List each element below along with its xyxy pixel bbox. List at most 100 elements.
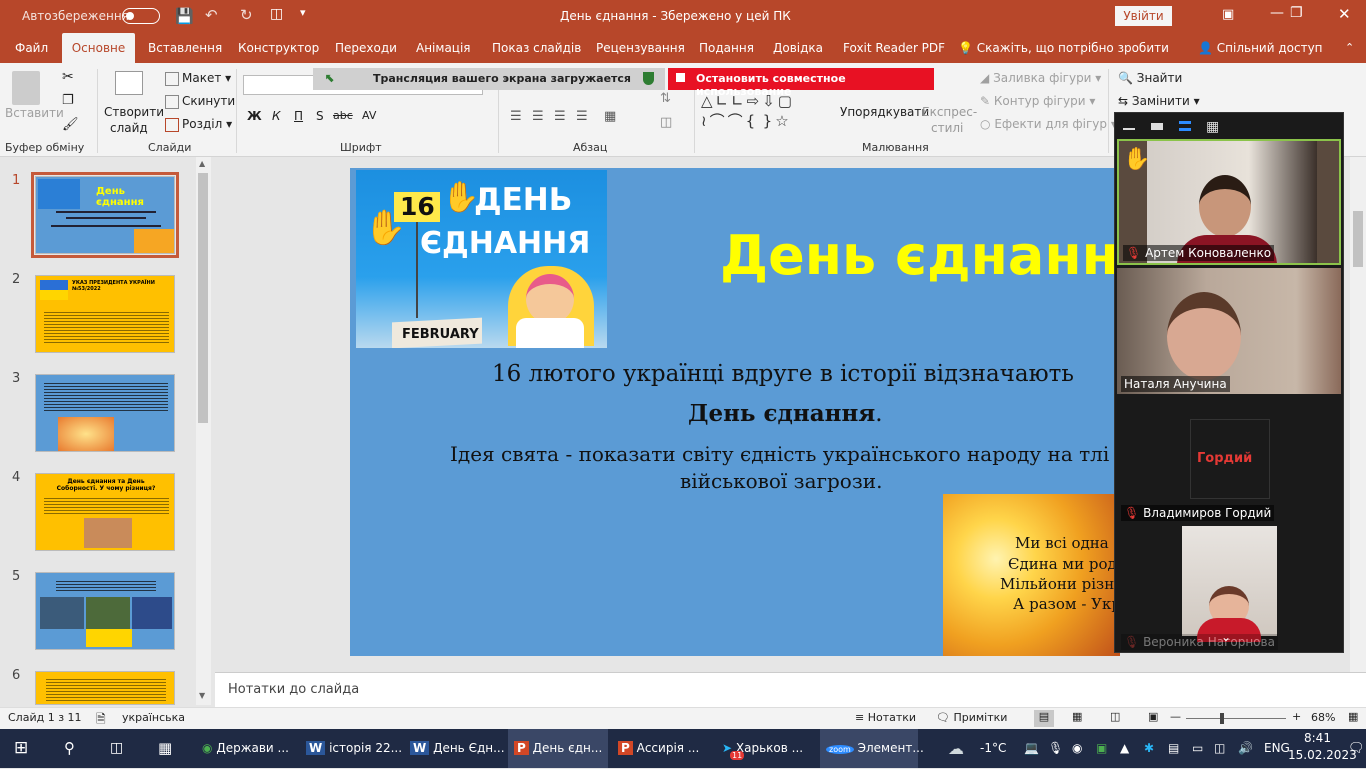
share-button[interactable]: 👤 Спільний доступ <box>1198 33 1323 63</box>
new-slide-label-2[interactable]: слайд <box>110 121 148 135</box>
minimize-video-icon[interactable] <box>1123 128 1135 130</box>
replace-button[interactable]: ⇆ Замінити ▾ <box>1118 94 1200 108</box>
scrollbar-thumb[interactable] <box>198 173 208 423</box>
shape-fill-button[interactable]: ◢ Заливка фігури ▾ <box>980 71 1101 85</box>
hide-video-icon[interactable] <box>1151 123 1163 130</box>
zoom-slider[interactable] <box>1186 718 1286 719</box>
tell-me-search[interactable]: 💡 Скажіть, що потрібно зробити <box>958 33 1169 63</box>
tray-icon[interactable]: ▲ <box>1120 729 1129 768</box>
present-icon[interactable]: ◫ <box>270 6 283 22</box>
search-icon[interactable]: ⚲ <box>64 729 75 768</box>
notes-toggle-button[interactable]: ≡ Нотатки <box>855 711 916 724</box>
language-label[interactable]: українська <box>122 711 185 724</box>
italic-button[interactable]: К <box>272 109 281 123</box>
participant-video-3[interactable]: Гордий 🎙 Владимиров Гордий <box>1117 397 1341 523</box>
slide-line-4[interactable]: військової загрози. <box>680 469 882 493</box>
scrollbar-thumb[interactable] <box>1353 211 1363 267</box>
minimize-icon[interactable]: — <box>1270 5 1284 21</box>
slide-thumbnail-2[interactable]: УКАЗ ПРЕЗИДЕНТА УКРАЇНИ №53/2022 <box>35 275 175 353</box>
zoom-tray-icon[interactable]: ◉ <box>1072 729 1082 768</box>
paste-label[interactable]: Вставити <box>5 106 64 120</box>
autosave-toggle[interactable] <box>122 8 160 24</box>
notes-placeholder[interactable]: Нотатки до слайда <box>228 682 359 697</box>
layout-button[interactable]: Макет ▾ <box>165 71 231 86</box>
customize-qat-icon[interactable]: ▾ <box>300 6 306 19</box>
taskbar-app-telegram[interactable]: ➤ Харьков ... <box>716 729 816 768</box>
slide-thumbnail-5[interactable] <box>35 572 175 650</box>
justify-icon[interactable]: ☰ <box>576 109 588 124</box>
taskbar-app-powerpoint-1[interactable]: P День єдн... <box>508 729 608 768</box>
cut-icon[interactable]: ✂ <box>62 69 74 85</box>
tab-transitions[interactable]: Переходи <box>335 33 397 63</box>
slide-title[interactable]: День єднання <box>720 224 1120 287</box>
battery-icon[interactable]: ▭ <box>1192 729 1203 768</box>
zoom-in-icon[interactable]: + <box>1292 710 1301 723</box>
slide-thumbnail-1[interactable]: День єднання <box>31 172 179 258</box>
zoom-out-icon[interactable]: — <box>1170 710 1181 723</box>
restore-icon[interactable]: ❐ <box>1290 5 1303 21</box>
tab-animations[interactable]: Анімація <box>416 33 471 63</box>
new-slide-label-1[interactable]: Створити <box>104 105 164 119</box>
scroll-down-icon[interactable]: ▼ <box>199 691 205 700</box>
copy-icon[interactable]: ❐ <box>62 93 74 108</box>
format-painter-icon[interactable]: 🖌 <box>62 117 79 132</box>
zoom-slider-thumb[interactable] <box>1220 713 1224 724</box>
bold-button[interactable]: Ж <box>247 109 262 123</box>
microphone-icon[interactable]: 🎙 <box>1048 729 1063 768</box>
slide-line-1[interactable]: 16 лютого українці вдруге в історії відз… <box>492 361 1074 387</box>
editor-scrollbar[interactable] <box>1350 157 1366 672</box>
smartart-icon[interactable]: ◫ <box>660 115 672 130</box>
arrange-button[interactable]: Упорядкувати <box>840 105 929 119</box>
find-button[interactable]: 🔍 Знайти <box>1118 71 1182 85</box>
clock-time[interactable]: 8:41 <box>1304 731 1331 745</box>
underline-button[interactable]: П <box>294 109 303 123</box>
weather-icon[interactable]: ☁ <box>948 729 964 768</box>
collapse-ribbon-icon[interactable]: ⌃ <box>1345 33 1354 63</box>
taskbar-app-zoom[interactable]: zoom Элемент... <box>820 729 924 768</box>
columns-icon[interactable]: ▦ <box>604 109 616 124</box>
notes-pane[interactable]: Нотатки до слайда <box>215 672 1366 707</box>
notifications-icon[interactable]: 🗨 <box>1348 729 1365 768</box>
slide-thumbnail-6[interactable] <box>35 671 175 705</box>
redo-icon[interactable]: ↻ <box>240 6 253 24</box>
tray-icon[interactable]: 💻 <box>1024 729 1039 768</box>
current-slide[interactable]: 16 ✋ ✋ ДЕНЬ ЄДНАННЯ FEBRUARY День єднанн… <box>350 168 1120 656</box>
calculator-icon[interactable]: ▦ <box>158 729 172 768</box>
slide-line-3[interactable]: Ідея свята - показати світу єдність укра… <box>450 442 1109 466</box>
stop-share-button[interactable]: Остановить совместное использование <box>668 68 934 98</box>
tab-design[interactable]: Конструктор <box>238 33 319 63</box>
new-slide-icon[interactable] <box>115 71 143 95</box>
sign-in-button[interactable]: Увійти <box>1115 6 1172 26</box>
save-icon[interactable]: 💾 <box>175 7 194 25</box>
ribbon-display-icon[interactable]: ▣ <box>1222 7 1234 22</box>
shape-outline-button[interactable]: ✎ Контур фігури ▾ <box>980 94 1095 108</box>
chevron-down-icon[interactable]: ⌄ <box>1221 630 1231 644</box>
shadow-button[interactable]: S <box>316 109 324 123</box>
participant-video-4[interactable]: 🎙 Вероника Нагорнова ⌄ <box>1117 526 1341 652</box>
participant-video-1[interactable]: ✋ 🎙 Артем Коноваленко <box>1117 139 1341 265</box>
close-icon[interactable]: ✕ <box>1338 5 1351 23</box>
shape-effects-button[interactable]: ○ Ефекти для фігур ▾ <box>980 117 1117 131</box>
slide-sorter-icon[interactable]: ▦ <box>1072 710 1082 723</box>
tab-view[interactable]: Подання <box>699 33 754 63</box>
slide-thumbnail-3[interactable] <box>35 374 175 452</box>
participant-video-2[interactable]: Наталя Анучина <box>1117 268 1341 394</box>
fit-to-window-icon[interactable]: ▦ <box>1348 710 1358 723</box>
tab-file[interactable]: Файл <box>15 33 48 63</box>
undo-icon[interactable]: ↶ <box>205 6 218 24</box>
slide-thumbnail-4[interactable]: День єднання та День Соборності. У чому … <box>35 473 175 551</box>
bluetooth-icon[interactable]: ✱ <box>1144 729 1154 768</box>
taskbar-app-powerpoint-2[interactable]: P Ассирія ... <box>612 729 712 768</box>
slide-line-2[interactable]: День єднання. <box>688 400 883 427</box>
task-view-icon[interactable]: ◫ <box>110 729 123 768</box>
clock-date[interactable]: 15.02.2023 <box>1288 748 1357 762</box>
tab-home[interactable]: Основне <box>62 33 135 63</box>
section-button[interactable]: Розділ ▾ <box>165 117 232 132</box>
quick-styles-label-2[interactable]: стилі <box>931 121 963 135</box>
paste-icon[interactable] <box>12 71 40 105</box>
tab-insert[interactable]: Вставлення <box>148 33 222 63</box>
taskbar-app-word-1[interactable]: W історія 22... <box>300 729 402 768</box>
speaker-view-icon[interactable] <box>1179 121 1191 131</box>
tab-slideshow[interactable]: Показ слайдів <box>492 33 581 63</box>
taskbar-app-word-2[interactable]: W День Єдн... <box>404 729 505 768</box>
